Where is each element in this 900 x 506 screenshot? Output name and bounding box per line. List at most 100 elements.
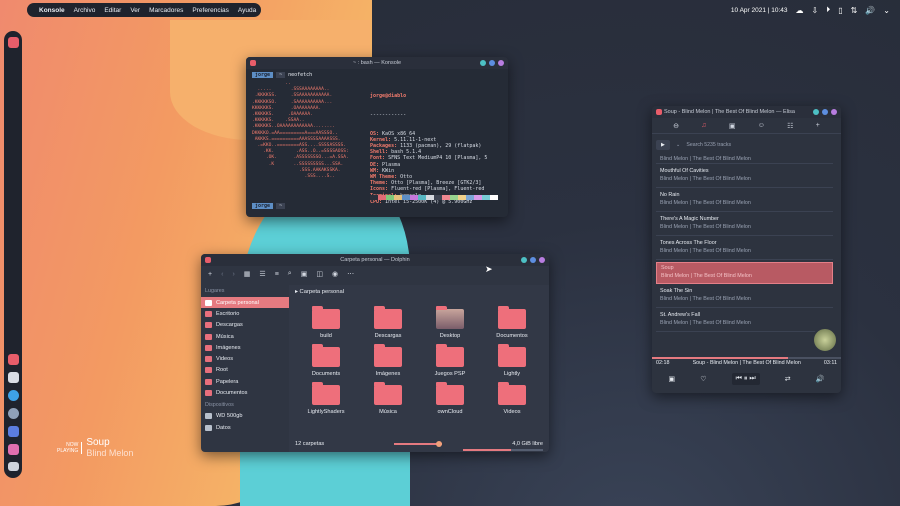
battery-icon[interactable]: ▯ — [838, 6, 842, 15]
dolphin-titlebar[interactable]: Carpeta personal — Dolphin — [201, 254, 549, 266]
music-dock-icon[interactable] — [7, 444, 19, 455]
folder-item[interactable]: Juegos PSP — [419, 344, 481, 377]
clock[interactable]: 10 Apr 2021 | 10:43 — [731, 7, 788, 14]
folder-item[interactable]: Imágenes — [357, 344, 419, 377]
folder-item[interactable]: LightlyShaders — [295, 382, 357, 415]
place-item[interactable]: Papelera — [201, 376, 289, 387]
track-item[interactable]: Soak The Sin Blind Melon | The Best Of Bl… — [656, 286, 833, 308]
maximize-button[interactable] — [489, 60, 495, 66]
previous-icon[interactable]: ⏮ — [736, 375, 742, 383]
breadcrumb-label[interactable]: Carpeta personal — [300, 289, 344, 295]
menu-editar[interactable]: Editar — [104, 7, 121, 14]
folder-item[interactable]: build — [295, 306, 357, 339]
browser-dock-icon[interactable] — [7, 390, 19, 401]
folder-item[interactable]: ownCloud — [419, 382, 481, 415]
preview-icon[interactable]: ▣ — [301, 270, 308, 278]
place-item[interactable]: Descargas — [201, 320, 289, 331]
konsole-dock-icon[interactable] — [7, 372, 19, 383]
context-tab-icon[interactable]: ⊖ — [673, 122, 679, 130]
menu-archivo[interactable]: Archivo — [74, 7, 96, 14]
minimize-button[interactable] — [813, 109, 819, 115]
place-item[interactable]: Imágenes — [201, 342, 289, 353]
minimize-button[interactable] — [521, 257, 527, 263]
favorite-icon[interactable]: ♡ — [700, 375, 706, 383]
download-icon[interactable]: ⇩ — [812, 6, 819, 15]
back-icon[interactable]: ‹ — [221, 271, 223, 278]
pause-icon[interactable]: ⏸ — [744, 375, 748, 383]
weather-icon[interactable]: ☁ — [796, 6, 804, 15]
dropdown-icon[interactable]: ⌄ — [676, 142, 680, 148]
folder-item[interactable]: Descargas — [357, 306, 419, 339]
track-item[interactable]: Blind Melon | The Best Of Blind Melon — [656, 152, 833, 164]
folder-item[interactable]: Lightly — [481, 344, 543, 377]
folder-item[interactable]: Documentos — [481, 306, 543, 339]
play-all-button[interactable]: ▶ — [656, 140, 670, 150]
new-icon[interactable]: + — [208, 271, 212, 278]
seek-bar[interactable] — [652, 357, 841, 359]
folder-item[interactable]: Música — [357, 382, 419, 415]
repeat-icon[interactable]: ⇄ — [785, 375, 791, 383]
device-item[interactable]: Datos — [201, 422, 289, 433]
next-icon[interactable]: ⏭ — [749, 375, 755, 383]
expand-tray-icon[interactable]: ⌄ — [883, 6, 890, 15]
folder-item[interactable]: Desktop — [419, 306, 481, 339]
albums-tab-icon[interactable]: ▣ — [729, 122, 736, 130]
split-icon[interactable]: ◫ — [316, 270, 323, 278]
settings-dock-icon[interactable] — [7, 408, 19, 419]
search-icon[interactable]: ⌕ — [288, 270, 292, 278]
minimize-button[interactable] — [480, 60, 486, 66]
close-button[interactable] — [539, 257, 545, 263]
place-item[interactable]: Escritorio — [201, 308, 289, 319]
add-tab-icon[interactable]: + — [816, 122, 820, 129]
breadcrumb[interactable]: ▸ Carpeta personal — [289, 285, 549, 299]
file-view[interactable]: ▸ Carpeta personal build Descargas Desktop… — [289, 285, 549, 452]
place-item[interactable]: Videos — [201, 353, 289, 364]
folder-item[interactable]: Documents — [295, 344, 357, 377]
music-titlebar[interactable]: Soup - Blind Melon | The Best Of Blind M… — [652, 106, 841, 118]
menu-dock-icon[interactable] — [7, 462, 19, 471]
terminal-area[interactable]: jorge ~ neofetch .. ..... .SSSAAAAAAAA..… — [246, 69, 508, 217]
place-item[interactable]: Carpeta personal — [201, 297, 289, 309]
show-icon[interactable]: ◉ — [332, 270, 338, 278]
tracks-tab-icon[interactable]: ☷ — [787, 122, 793, 130]
album-art[interactable] — [812, 327, 838, 353]
track-item[interactable]: No Rain Blind Melon | The Best Of Blind M… — [656, 190, 833, 212]
volume-icon[interactable]: 🔊 — [816, 375, 825, 383]
search-input[interactable]: Search 5235 tracks — [686, 142, 731, 148]
compact-view-icon[interactable]: ☰ — [259, 270, 265, 278]
view-icon[interactable]: ▣ — [669, 375, 676, 383]
menu-ayuda[interactable]: Ayuda — [238, 7, 256, 14]
more-icon[interactable]: ⋯ — [347, 270, 354, 278]
artists-tab-icon[interactable]: ☺ — [758, 122, 765, 129]
konsole-titlebar[interactable]: ~ : bash — Konsole — [246, 57, 508, 69]
close-button[interactable] — [831, 109, 837, 115]
place-item[interactable]: Root — [201, 365, 289, 376]
maximize-button[interactable] — [822, 109, 828, 115]
track-item[interactable]: Mouthful Of Cavities Blind Melon | The Be… — [656, 166, 833, 188]
dolphin-dock-icon[interactable] — [7, 354, 19, 365]
track-item[interactable]: St. Andrew's Fall Blind Melon | The Best … — [656, 310, 833, 332]
place-item[interactable]: Música — [201, 331, 289, 342]
track-item[interactable]: Tones Across The Floor Blind Melon | The … — [656, 238, 833, 260]
menu-marcadores[interactable]: Marcadores — [149, 7, 183, 14]
device-item[interactable]: WD 500gb — [201, 411, 289, 422]
close-button[interactable] — [498, 60, 504, 66]
track-item[interactable]: There's A Magic Number Blind Melon | The … — [656, 214, 833, 236]
volume-icon[interactable]: 🔊 — [865, 6, 875, 15]
menu-preferencias[interactable]: Preferencias — [192, 7, 229, 14]
details-view-icon[interactable]: ≡ — [275, 271, 279, 278]
playlist-tab-icon[interactable]: ♫ — [701, 122, 706, 129]
media-icon[interactable]: ⏵ — [826, 5, 830, 15]
editor-dock-icon[interactable] — [7, 426, 19, 437]
icons-view-icon[interactable]: ▦ — [244, 270, 251, 278]
maximize-button[interactable] — [530, 257, 536, 263]
launcher-icon[interactable] — [7, 37, 19, 48]
forward-icon[interactable]: › — [232, 271, 234, 278]
menu-app-name[interactable]: Konsole — [39, 7, 65, 14]
menu-ver[interactable]: Ver — [130, 7, 140, 14]
network-icon[interactable]: ⇅ — [851, 6, 858, 15]
zoom-slider[interactable] — [394, 441, 443, 447]
track-item[interactable]: Soup Blind Melon | The Best Of Blind Melo… — [656, 262, 833, 284]
folder-item[interactable]: Videos — [481, 382, 543, 415]
place-item[interactable]: Documentos — [201, 387, 289, 398]
